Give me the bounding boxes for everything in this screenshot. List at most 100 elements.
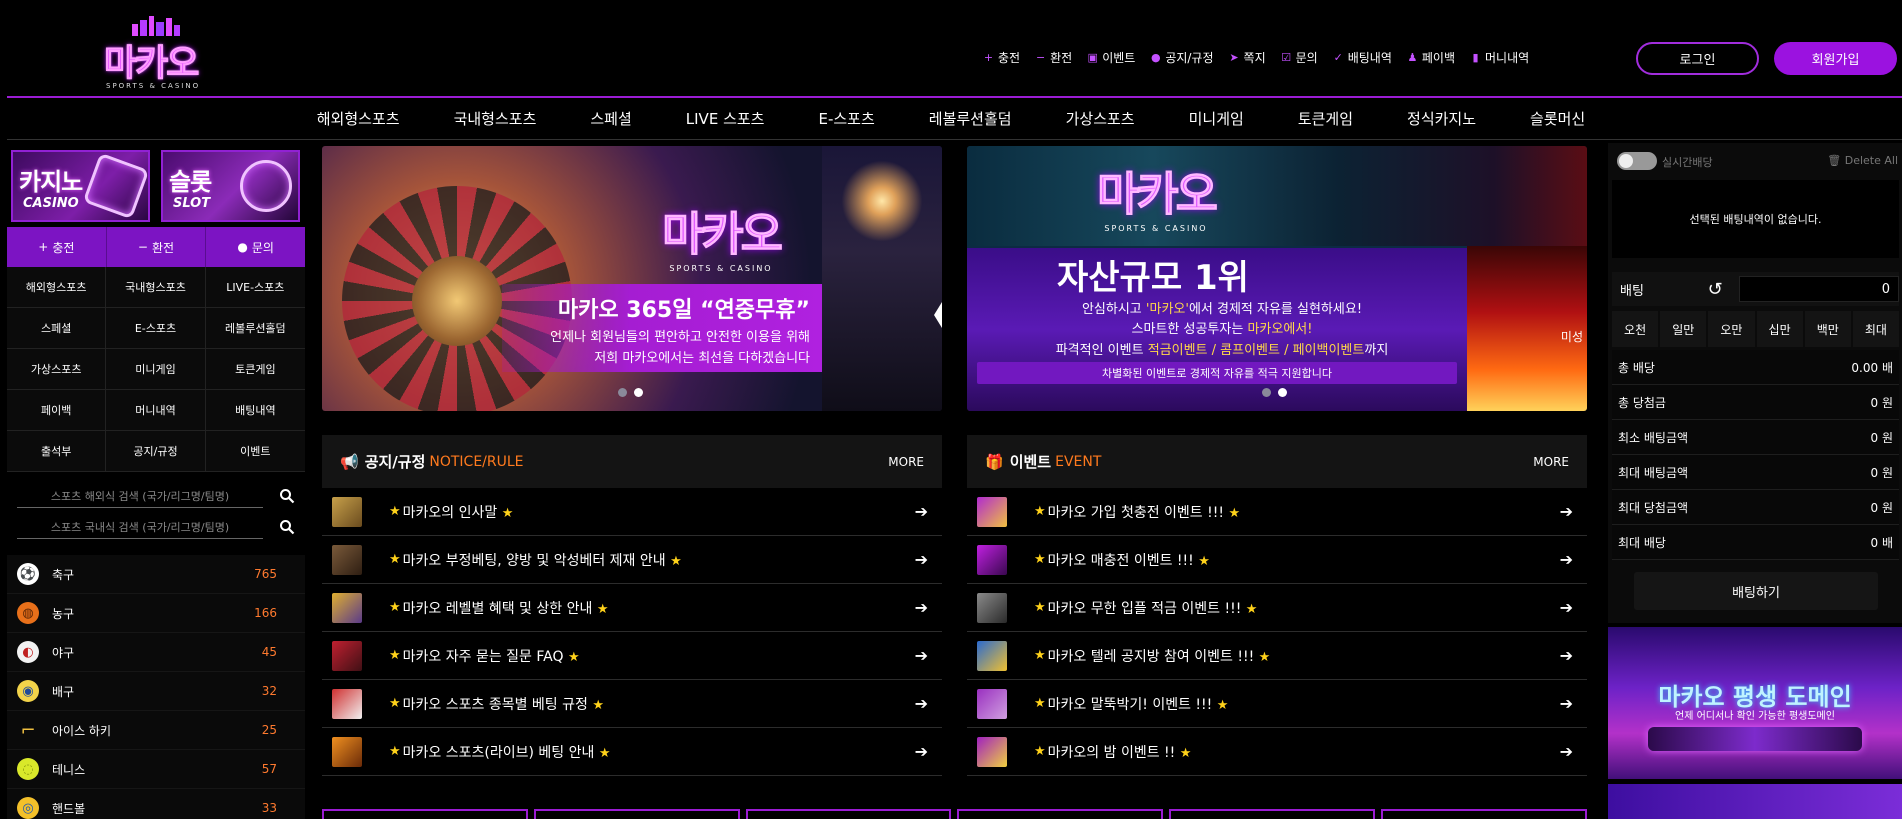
topnav-event[interactable]: ▣ 이벤트 [1087, 49, 1135, 66]
hero-banner-asset[interactable]: 마카오 SPORTS & CASINO 자산규모 1위 안심하시고 '마카오'에… [967, 146, 1587, 411]
mainnav-item[interactable]: E-스포츠 [791, 108, 901, 129]
baseball-icon: ◐ [17, 641, 39, 663]
search-icon[interactable] [279, 519, 295, 535]
left-sidebar: 카지노 CASINO 슬롯 SLOT + 충전 − 환전 ● 문의 해외형스포츠 국내… [7, 145, 305, 819]
bet-amount-input[interactable] [1739, 276, 1899, 302]
casino-promo-tile[interactable]: 카지노 CASINO [11, 150, 150, 222]
list-item[interactable]: ★ 마카오 레벨별 혜택 및 상한 안내 ★ ➔ [322, 584, 942, 632]
sport-item[interactable]: ⚽ 축구 765 [7, 555, 305, 594]
topnav-label: 배팅내역 [1347, 50, 1392, 65]
bottom-tab[interactable] [1381, 809, 1587, 819]
list-item[interactable]: ★ 마카오 가입 첫충전 이벤트 !!! ★ ➔ [967, 488, 1587, 536]
chip-button[interactable]: 십만 [1756, 311, 1803, 347]
list-item[interactable]: ★ 마카오의 밤 이벤트 !! ★ ➔ [967, 728, 1587, 776]
secondary-banner[interactable] [1608, 784, 1902, 819]
list-item[interactable]: ★ 마카오의 인사말 ★ ➔ [322, 488, 942, 536]
event-title: 마카오 텔레 공지방 참여 이벤트 !!! ★ [1048, 646, 1560, 666]
overseas-search-input[interactable] [17, 486, 263, 508]
quick-inquiry-button[interactable]: ● 문의 [206, 227, 305, 267]
bottom-tab[interactable] [957, 809, 1164, 819]
carousel-dot[interactable] [1262, 388, 1271, 397]
side-menu-item[interactable]: 가상스포츠 [7, 349, 107, 390]
side-menu-item[interactable]: 머니내역 [106, 390, 206, 431]
list-item[interactable]: ★ 마카오 매충전 이벤트 !!! ★ ➔ [967, 536, 1587, 584]
mainnav-item[interactable]: 스페셜 [563, 108, 658, 129]
topnav-money-history[interactable]: ▮ 머니내역 [1470, 49, 1529, 66]
bottom-tab[interactable] [745, 809, 952, 819]
mainnav-item[interactable]: 토큰게임 [1271, 108, 1380, 129]
domain-banner[interactable]: 마카오 평생 도메인 언제 어디서나 확인 가능한 평생도메인 [1608, 627, 1902, 779]
more-link[interactable]: MORE [888, 455, 924, 469]
quick-exchange-button[interactable]: − 환전 [107, 227, 207, 267]
list-item[interactable]: ★ 마카오 스포츠(라이브) 베팅 안내 ★ ➔ [322, 728, 942, 776]
sport-item[interactable]: ◍ 농구 166 [7, 594, 305, 633]
carousel-dot[interactable] [618, 388, 627, 397]
mainnav-item[interactable]: 레볼루션홀덤 [902, 108, 1039, 129]
topnav-bet-history[interactable]: ✓ 배팅내역 [1333, 49, 1392, 66]
sport-item[interactable]: ◎ 핸드볼 33 [7, 789, 305, 819]
login-button[interactable]: 로그인 [1636, 42, 1759, 75]
chip-button[interactable]: 오만 [1708, 311, 1755, 347]
topnav-notice[interactable]: ● 공지/규정 [1150, 49, 1214, 66]
topnav-inquiry[interactable]: ☑ 문의 [1281, 49, 1318, 66]
sport-item[interactable]: ◐ 야구 45 [7, 633, 305, 672]
mainnav-item[interactable]: 국내형스포츠 [427, 108, 564, 129]
site-logo[interactable]: 마카오 SPORTS & CASINO [100, 16, 210, 90]
mainnav-item[interactable]: 슬롯머신 [1503, 108, 1612, 129]
bottom-tab[interactable] [533, 809, 740, 819]
hero-banner-roulette[interactable]: 마카오 SPORTS & CASINO 마카오 365일 “연중무휴” 언제나 … [322, 146, 942, 411]
join-button[interactable]: 회원가입 [1774, 42, 1897, 75]
carousel-dot-active[interactable] [634, 388, 643, 397]
side-menu-item[interactable]: 레볼루션홀덤 [205, 308, 305, 349]
side-menu-item[interactable]: 스페셜 [7, 308, 107, 349]
topnav-payback[interactable]: ♟ 페이백 [1407, 49, 1455, 66]
mainnav-item[interactable]: 정식카지노 [1380, 108, 1503, 129]
mainnav-item[interactable]: 가상스포츠 [1039, 108, 1162, 129]
side-menu-item[interactable]: 미니게임 [106, 349, 206, 390]
topnav-exchange[interactable]: − 환전 [1035, 49, 1072, 66]
list-item[interactable]: ★ 마카오 부정베팅, 양방 및 악성베터 제재 안내 ★ ➔ [322, 536, 942, 584]
live-odds-toggle[interactable] [1617, 152, 1657, 170]
sport-item[interactable]: ⌐ 아이스 하키 25 [7, 711, 305, 750]
quick-charge-button[interactable]: + 충전 [7, 227, 107, 267]
list-item[interactable]: ★ 마카오 스포츠 종목별 베팅 규정 ★ ➔ [322, 680, 942, 728]
list-item[interactable]: ★ 마카오 무한 입플 적금 이벤트 !!! ★ ➔ [967, 584, 1587, 632]
bottom-tab[interactable] [322, 809, 528, 819]
banner-line: 안심하시고 '마카오'에서 경제적 자유를 실현하세요! [977, 298, 1467, 317]
side-menu-item[interactable]: 출석부 [7, 431, 107, 472]
mainnav-item[interactable]: 미니게임 [1162, 108, 1271, 129]
side-menu-item[interactable]: 공지/규정 [106, 431, 206, 472]
place-bet-button[interactable]: 배팅하기 [1634, 572, 1878, 610]
search-icon[interactable] [279, 488, 295, 504]
domestic-search-input[interactable] [17, 517, 263, 539]
sport-item[interactable]: ◉ 배구 32 [7, 672, 305, 711]
sport-item[interactable]: ◌ 테니스 57 [7, 750, 305, 789]
topnav-charge[interactable]: + 충전 [983, 49, 1020, 66]
carousel-next-arrow[interactable] [934, 302, 942, 328]
side-menu-item[interactable]: 해외형스포츠 [7, 267, 107, 308]
topnav-message[interactable]: ➤ 쪽지 [1229, 49, 1265, 66]
list-item[interactable]: ★ 마카오 자주 묻는 질문 FAQ ★ ➔ [322, 632, 942, 680]
chip-button[interactable]: 오천 [1612, 311, 1659, 347]
star-icon: ★ [1245, 601, 1258, 617]
side-menu-item[interactable]: 배팅내역 [205, 390, 305, 431]
chip-button[interactable]: 최대 [1852, 311, 1900, 347]
side-menu-item[interactable]: 이벤트 [205, 431, 305, 472]
side-menu-item[interactable]: E-스포츠 [106, 308, 206, 349]
side-menu-item[interactable]: 국내형스포츠 [106, 267, 206, 308]
more-link[interactable]: MORE [1533, 455, 1569, 469]
bottom-tab[interactable] [1169, 809, 1376, 819]
list-item[interactable]: ★ 마카오 말뚝박기! 이벤트 !!! ★ ➔ [967, 680, 1587, 728]
side-menu-item[interactable]: 페이백 [7, 390, 107, 431]
delete-all-button[interactable]: 🗑 Delete All [1827, 154, 1898, 167]
carousel-dot-active[interactable] [1278, 388, 1287, 397]
mainnav-item[interactable]: LIVE 스포츠 [659, 108, 792, 129]
reset-icon[interactable]: ↺ [1708, 279, 1731, 300]
chip-button[interactable]: 일만 [1660, 311, 1707, 347]
side-menu-item[interactable]: LIVE-스포츠 [205, 267, 305, 308]
slot-promo-tile[interactable]: 슬롯 SLOT [161, 150, 300, 222]
mainnav-item[interactable]: 해외형스포츠 [290, 108, 427, 129]
chip-button[interactable]: 백만 [1804, 311, 1851, 347]
side-menu-item[interactable]: 토큰게임 [205, 349, 305, 390]
list-item[interactable]: ★ 마카오 텔레 공지방 참여 이벤트 !!! ★ ➔ [967, 632, 1587, 680]
